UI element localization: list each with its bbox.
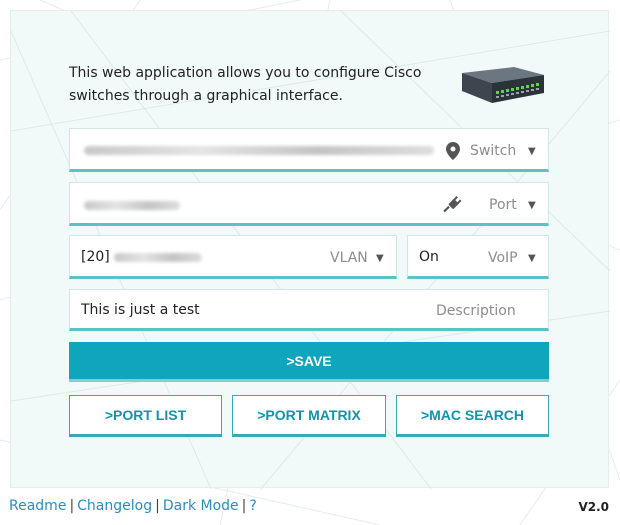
vlan-select[interactable]: [20] VLAN ▼: [69, 235, 397, 279]
chevron-down-icon: ▼: [376, 253, 384, 264]
description-input[interactable]: This is just a test Description: [69, 289, 549, 331]
footer-separator: |: [241, 498, 247, 514]
mac-search-button[interactable]: >MAC SEARCH: [396, 395, 549, 437]
readme-link[interactable]: Readme: [9, 498, 66, 514]
description-value: This is just a test: [81, 302, 200, 318]
port-label: Port: [489, 197, 517, 213]
footer-links: Readme | Changelog | Dark Mode |?: [9, 498, 257, 514]
switch-value-redacted: [84, 146, 434, 155]
voip-select[interactable]: On VoIP ▼: [407, 235, 549, 279]
vlan-value-redacted: [114, 253, 202, 262]
switch-label: Switch: [470, 143, 517, 159]
voip-value: On: [419, 249, 439, 265]
vlan-value: [20]: [81, 249, 110, 265]
switch-select[interactable]: Switch ▼: [69, 128, 549, 172]
intro-text: This web application allows you to confi…: [69, 65, 422, 104]
port-value-redacted: [84, 201, 180, 210]
help-link[interactable]: ?: [249, 498, 256, 514]
plug-icon: [443, 196, 462, 213]
port-select[interactable]: Port ▼: [69, 182, 549, 226]
dark-mode-link[interactable]: Dark Mode: [163, 498, 239, 514]
version-label: V2.0: [578, 500, 609, 514]
location-pin-icon: [446, 142, 460, 160]
chevron-down-icon: ▼: [528, 200, 536, 211]
chevron-down-icon: ▼: [528, 146, 536, 157]
description-placeholder: Description: [436, 303, 516, 319]
chevron-down-icon: ▼: [528, 253, 536, 264]
changelog-link[interactable]: Changelog: [77, 498, 152, 514]
footer-separator: |: [155, 498, 160, 514]
save-button[interactable]: >SAVE: [69, 342, 549, 382]
network-switch-icon: [462, 67, 544, 103]
port-matrix-button[interactable]: >PORT MATRIX: [232, 395, 386, 437]
vlan-label: VLAN: [330, 250, 368, 266]
footer-separator: |: [69, 498, 75, 514]
voip-label: VoIP: [488, 250, 518, 266]
port-list-button[interactable]: >PORT LIST: [69, 395, 222, 437]
